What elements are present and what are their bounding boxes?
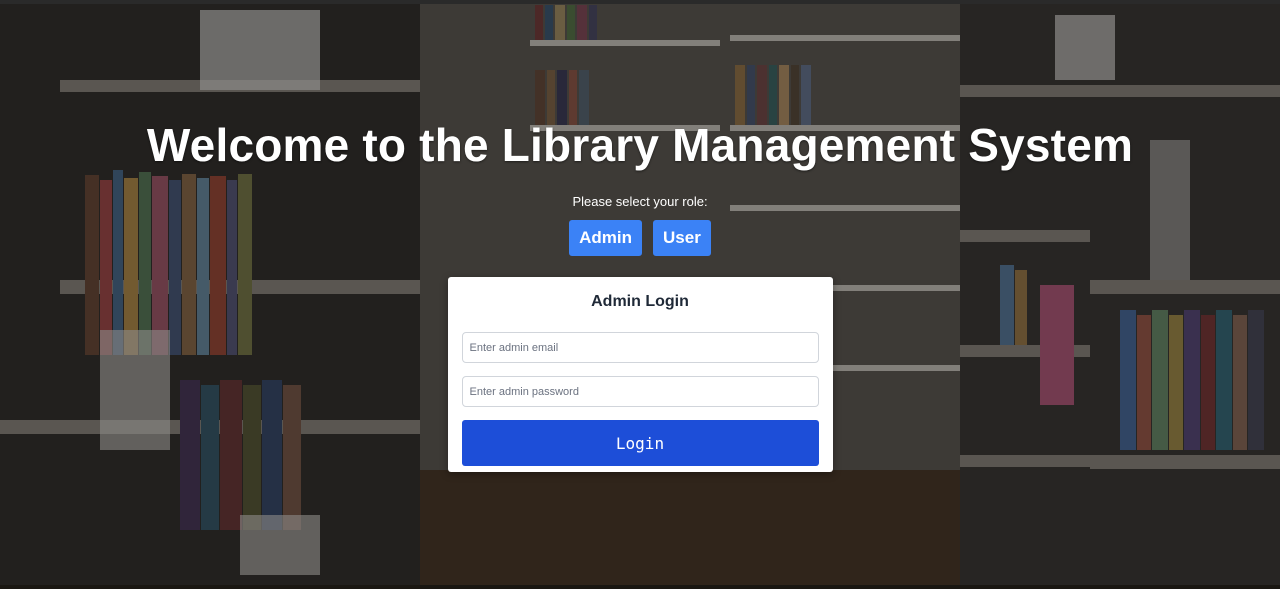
page-title: Welcome to the Library Management System xyxy=(146,119,1134,171)
page: Welcome to the Library Management System… xyxy=(0,0,1280,589)
admin-password-input[interactable] xyxy=(461,376,819,407)
admin-email-input[interactable] xyxy=(461,332,819,363)
login-button[interactable]: Login xyxy=(461,420,819,466)
login-card: Admin Login Login xyxy=(447,277,833,472)
admin-role-button[interactable]: Admin xyxy=(569,220,643,256)
role-selector: Admin User xyxy=(569,220,711,256)
login-card-title: Admin Login xyxy=(591,293,689,310)
user-role-button[interactable]: User xyxy=(653,220,711,256)
role-prompt: Please select your role: xyxy=(572,194,708,209)
main-content: Welcome to the Library Management System… xyxy=(0,0,1280,589)
